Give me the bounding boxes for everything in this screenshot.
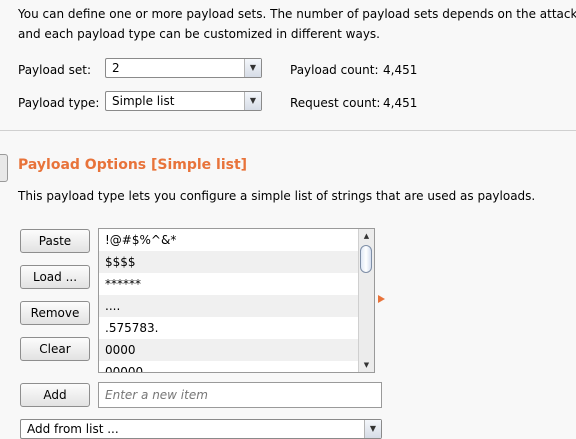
payload-type-select[interactable]: Simple list ▼ [105, 91, 262, 111]
payload-set-value: 2 [112, 61, 120, 75]
scroll-down-icon[interactable]: ▼ [359, 358, 374, 372]
add-from-list-select[interactable]: Add from list ... ▼ [20, 419, 382, 439]
clear-button[interactable]: Clear [20, 337, 90, 361]
list-item[interactable]: 0000 [99, 339, 359, 361]
payload-type-label: Payload type: [18, 96, 100, 110]
load-button[interactable]: Load ... [20, 265, 90, 289]
paste-button[interactable]: Paste [20, 229, 90, 253]
section-collapse-handle[interactable] [0, 154, 8, 182]
payload-count-label: Payload count: [290, 63, 379, 77]
section-divider [0, 130, 576, 131]
new-item-input[interactable] [98, 382, 382, 408]
payload-list[interactable]: !@#$%^&* $$$$ ****** .... .575783. 0000 … [98, 228, 375, 373]
payload-list-items: !@#$%^&* $$$$ ****** .... .575783. 0000 … [99, 229, 359, 372]
remove-button[interactable]: Remove [20, 301, 90, 325]
list-item[interactable]: 00000 [99, 361, 359, 372]
payload-options-title: Payload Options [Simple list] [18, 157, 248, 173]
add-button[interactable]: Add [20, 383, 90, 407]
payload-set-select[interactable]: 2 ▼ [105, 58, 262, 78]
list-scrollbar[interactable]: ▲ ▼ [358, 229, 374, 372]
payload-options-description: This payload type lets you configure a s… [18, 189, 536, 203]
chevron-down-icon[interactable]: ▼ [244, 92, 261, 110]
triangle-right-icon[interactable] [378, 295, 385, 303]
scroll-up-icon[interactable]: ▲ [359, 229, 374, 243]
add-from-list-label: Add from list ... [27, 422, 119, 436]
scrollbar-thumb[interactable] [360, 245, 372, 273]
chevron-down-icon[interactable]: ▼ [244, 59, 261, 77]
intro-line-2: and each payload type can be customized … [18, 27, 380, 41]
request-count-value: 4,451 [383, 96, 418, 110]
intro-text: You can define one or more payload sets.… [18, 4, 576, 44]
list-item[interactable]: ****** [99, 273, 359, 295]
payload-count-value: 4,451 [383, 63, 418, 77]
intro-line-1: You can define one or more payload sets.… [18, 7, 576, 21]
list-item[interactable]: .... [99, 295, 359, 317]
list-item[interactable]: !@#$%^&* [99, 229, 359, 251]
list-item[interactable]: .575783. [99, 317, 359, 339]
payload-type-value: Simple list [112, 94, 175, 108]
request-count-label: Request count: [290, 96, 381, 110]
chevron-down-icon[interactable]: ▼ [364, 420, 381, 438]
list-item[interactable]: $$$$ [99, 251, 359, 273]
payload-set-label: Payload set: [18, 63, 91, 77]
